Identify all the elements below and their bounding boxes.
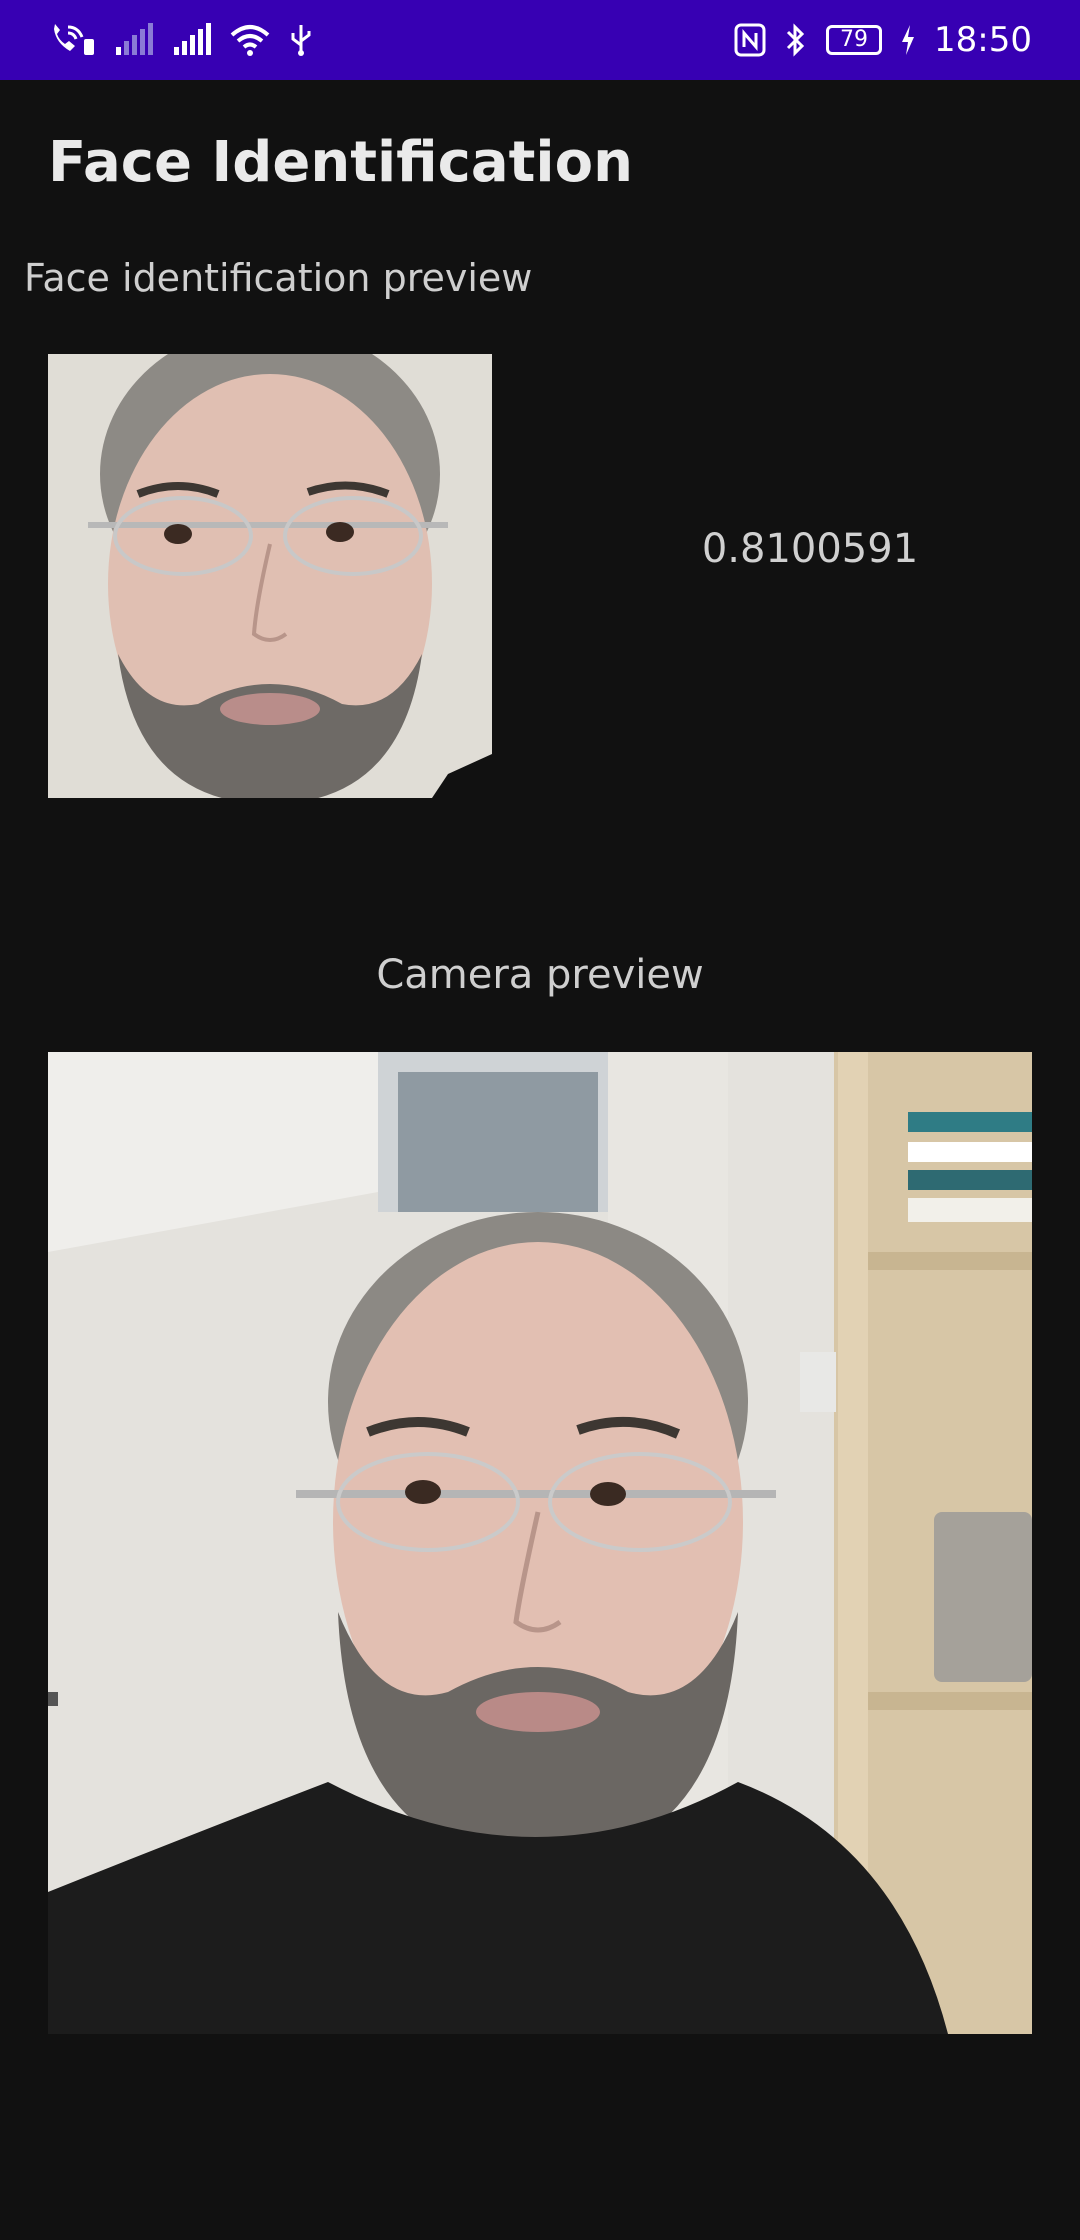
wifi-icon (230, 23, 270, 57)
page-title: Face Identification (48, 130, 633, 195)
signal-weak-icon (114, 23, 154, 57)
status-bar: 79 18:50 (0, 0, 1080, 80)
battery-icon: 79 (826, 25, 883, 55)
battery-level: 79 (840, 27, 869, 52)
status-bar-right: 79 18:50 (734, 20, 1032, 60)
status-time: 18:50 (934, 20, 1032, 60)
camera-preview (48, 1052, 1032, 2034)
signal-strong-icon (172, 23, 212, 57)
similarity-score: 0.8100591 (701, 526, 919, 572)
usb-icon (288, 23, 314, 57)
nfc-icon (734, 23, 766, 57)
camera-preview-label: Camera preview (376, 952, 704, 998)
face-identification-image (48, 354, 492, 798)
wifi-calling-icon (48, 23, 96, 57)
charging-icon (900, 23, 916, 57)
bluetooth-icon (784, 23, 808, 57)
face-preview-label: Face identification preview (24, 256, 533, 300)
status-bar-left (48, 23, 314, 57)
